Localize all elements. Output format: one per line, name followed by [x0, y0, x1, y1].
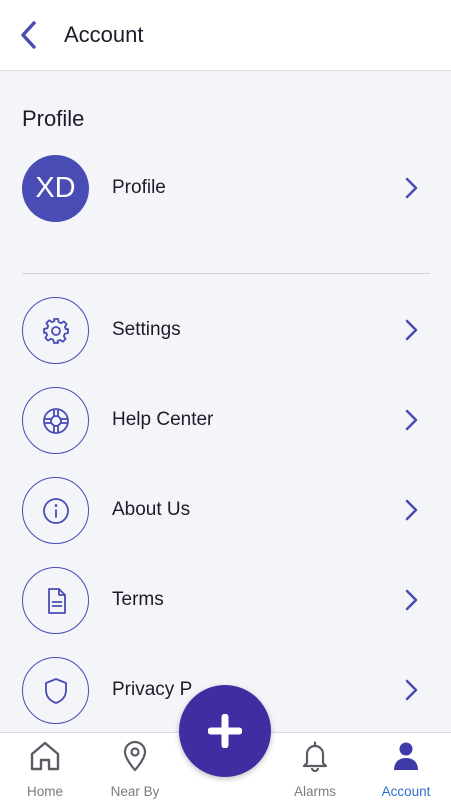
menu-item-label: Help Center — [112, 409, 214, 430]
tab-near-by[interactable]: Near By — [90, 733, 180, 800]
menu-item-label: Privacy P — [112, 679, 193, 700]
tab-alarms[interactable]: Alarms — [270, 733, 360, 800]
info-icon — [42, 497, 69, 524]
menu-icon-wrap — [22, 657, 89, 724]
tab-account[interactable]: Account — [361, 733, 451, 800]
chevron-right-icon — [405, 589, 418, 611]
menu-icon-wrap — [22, 477, 89, 544]
tab-label: Home — [26, 784, 63, 799]
location-pin-icon — [123, 740, 147, 772]
section-divider — [22, 273, 430, 274]
menu-item-label: Settings — [112, 319, 181, 340]
profile-section-title: Profile — [22, 106, 85, 131]
document-icon — [47, 587, 66, 614]
menu-icon-wrap — [22, 297, 89, 364]
chevron-right-icon — [405, 679, 418, 701]
add-button[interactable] — [179, 685, 271, 777]
menu-item-settings[interactable]: Settings — [0, 297, 451, 365]
bell-icon — [302, 741, 328, 773]
tab-home[interactable]: Home — [0, 733, 90, 800]
home-icon — [30, 741, 60, 771]
chevron-right-icon — [405, 177, 418, 199]
page-title: Account — [64, 22, 144, 47]
shield-icon — [44, 677, 67, 704]
gear-icon — [42, 317, 69, 344]
account-content[interactable]: Profile XD Profile Settings Help Center … — [0, 71, 451, 732]
menu-icon-wrap — [22, 387, 89, 454]
menu-item-about-us[interactable]: About Us — [0, 477, 451, 545]
app-header: Account — [0, 0, 451, 71]
profile-row[interactable]: XD Profile — [0, 155, 451, 223]
chevron-left-icon — [21, 21, 36, 49]
user-icon — [394, 742, 418, 770]
tab-label: Alarms — [293, 784, 336, 799]
tab-label: Account — [381, 784, 431, 799]
menu-icon-wrap — [22, 567, 89, 634]
lifebuoy-icon — [42, 407, 69, 434]
back-button[interactable] — [12, 18, 46, 52]
plus-icon — [208, 714, 242, 748]
avatar: XD — [22, 155, 89, 222]
chevron-right-icon — [405, 499, 418, 521]
profile-label: Profile — [112, 177, 166, 198]
chevron-right-icon — [405, 409, 418, 431]
chevron-right-icon — [405, 319, 418, 341]
menu-item-label: About Us — [112, 499, 191, 520]
menu-item-label: Terms — [112, 589, 164, 610]
tab-label: Near By — [110, 784, 160, 799]
menu-item-help-center[interactable]: Help Center — [0, 387, 451, 455]
menu-item-terms[interactable]: Terms — [0, 567, 451, 635]
